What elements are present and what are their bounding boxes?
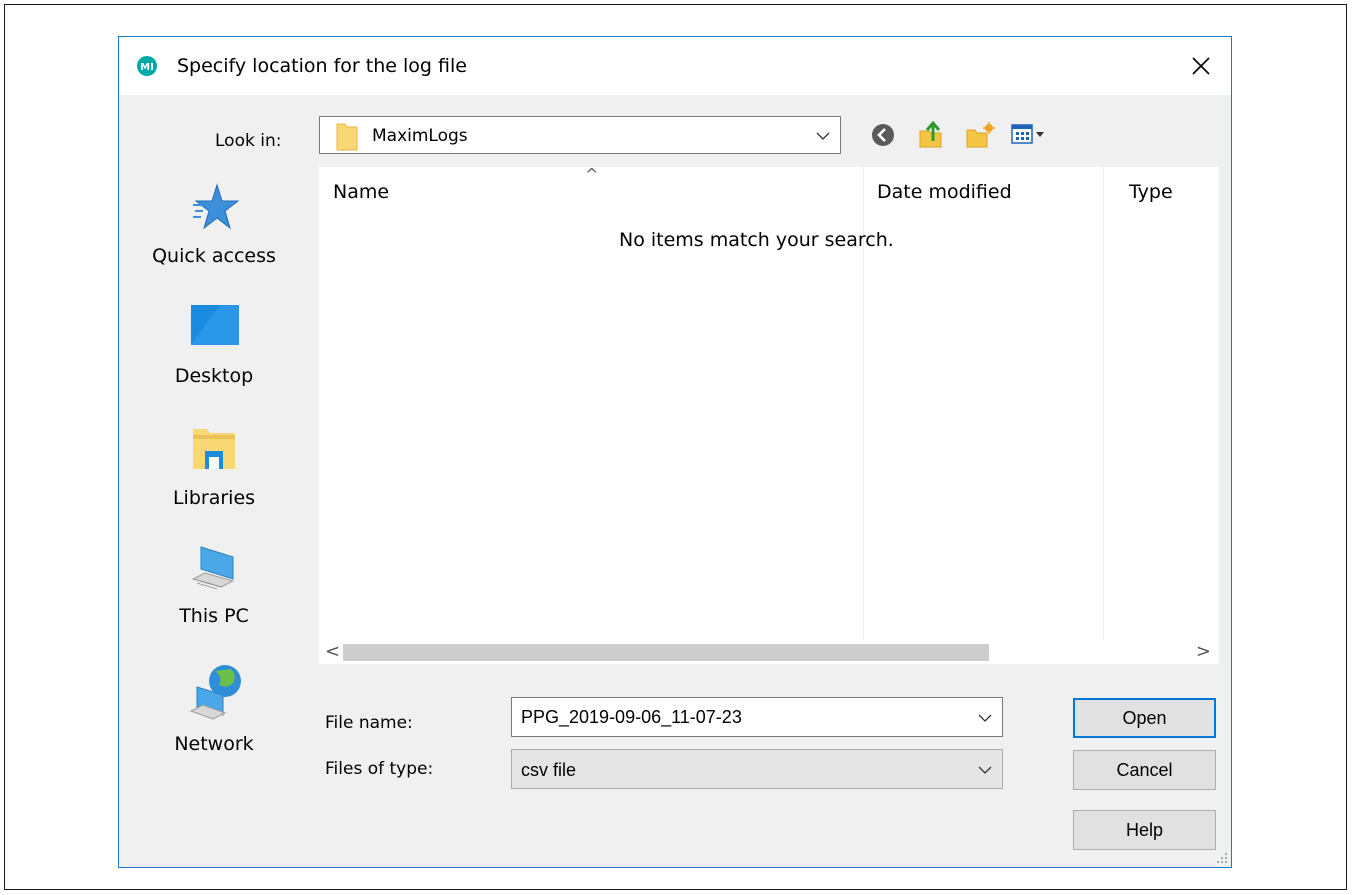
close-button[interactable] xyxy=(1171,37,1231,95)
view-menu-icon[interactable] xyxy=(1011,123,1047,147)
column-separator xyxy=(1103,167,1104,645)
place-label: Desktop xyxy=(174,365,254,387)
chevron-down-icon xyxy=(978,714,992,722)
maxim-logo-icon: MI xyxy=(137,56,157,76)
file-type-value: csv file xyxy=(521,760,577,780)
file-name-value[interactable]: PPG_2019-09-06_11-07-23 xyxy=(521,707,742,728)
network-icon xyxy=(189,665,241,720)
scrollbar-thumb[interactable] xyxy=(343,644,989,661)
close-icon xyxy=(1192,57,1210,75)
back-icon[interactable] xyxy=(871,123,895,147)
place-libraries[interactable]: Libraries xyxy=(127,425,301,537)
libraries-icon xyxy=(193,429,235,469)
title-bar: MI Specify location for the log file xyxy=(119,37,1231,95)
svg-text:MI: MI xyxy=(140,62,154,73)
help-button[interactable]: Help xyxy=(1073,810,1216,850)
desktop-icon xyxy=(191,305,239,345)
file-name-label: File name: xyxy=(325,713,413,733)
resize-grip-icon[interactable] xyxy=(1216,852,1228,864)
look-in-label: Look in: xyxy=(215,131,282,151)
sort-ascending-icon: ^ xyxy=(585,167,599,184)
file-dialog: MI Specify location for the log file Loo… xyxy=(118,36,1232,868)
dialog-title: Specify location for the log file xyxy=(177,55,467,77)
scroll-left-arrow-icon[interactable]: < xyxy=(325,641,340,662)
place-this-pc[interactable]: This PC xyxy=(127,543,301,655)
look-in-value: MaximLogs xyxy=(372,126,468,146)
cancel-button[interactable]: Cancel xyxy=(1073,750,1216,790)
place-desktop[interactable]: Desktop xyxy=(127,303,301,415)
file-name-combo[interactable]: PPG_2019-09-06_11-07-23 xyxy=(511,697,1003,737)
place-label: Quick access xyxy=(152,245,276,267)
horizontal-scrollbar[interactable]: < > xyxy=(319,640,1219,664)
place-label: Network xyxy=(174,733,254,755)
file-type-select[interactable]: csv file xyxy=(511,749,1003,789)
column-header-name[interactable]: Name xyxy=(333,181,389,203)
column-header-type[interactable]: Type xyxy=(1129,181,1173,203)
place-label: This PC xyxy=(179,605,249,627)
place-label: Libraries xyxy=(172,487,256,509)
chevron-down-icon xyxy=(816,132,830,140)
places-bar: Quick access Desktop Libraries This PC N… xyxy=(127,163,301,755)
file-list-view[interactable]: ^ Name Date modified Type No items match… xyxy=(319,167,1219,664)
star-icon xyxy=(193,183,239,230)
new-folder-icon[interactable] xyxy=(965,121,995,149)
scroll-right-arrow-icon[interactable]: > xyxy=(1196,641,1211,662)
chevron-down-icon xyxy=(978,766,992,774)
computer-icon xyxy=(191,546,235,590)
column-header-date-modified[interactable]: Date modified xyxy=(877,181,1012,203)
empty-list-message: No items match your search. xyxy=(619,229,894,251)
file-type-label: Files of type: xyxy=(325,759,434,779)
look-in-combo[interactable]: MaximLogs xyxy=(319,116,841,154)
place-quick-access[interactable]: Quick access xyxy=(127,183,301,295)
open-button[interactable]: Open xyxy=(1073,698,1216,738)
place-network[interactable]: Network xyxy=(127,663,301,783)
folder-icon xyxy=(336,123,358,151)
up-folder-icon[interactable] xyxy=(917,119,945,149)
